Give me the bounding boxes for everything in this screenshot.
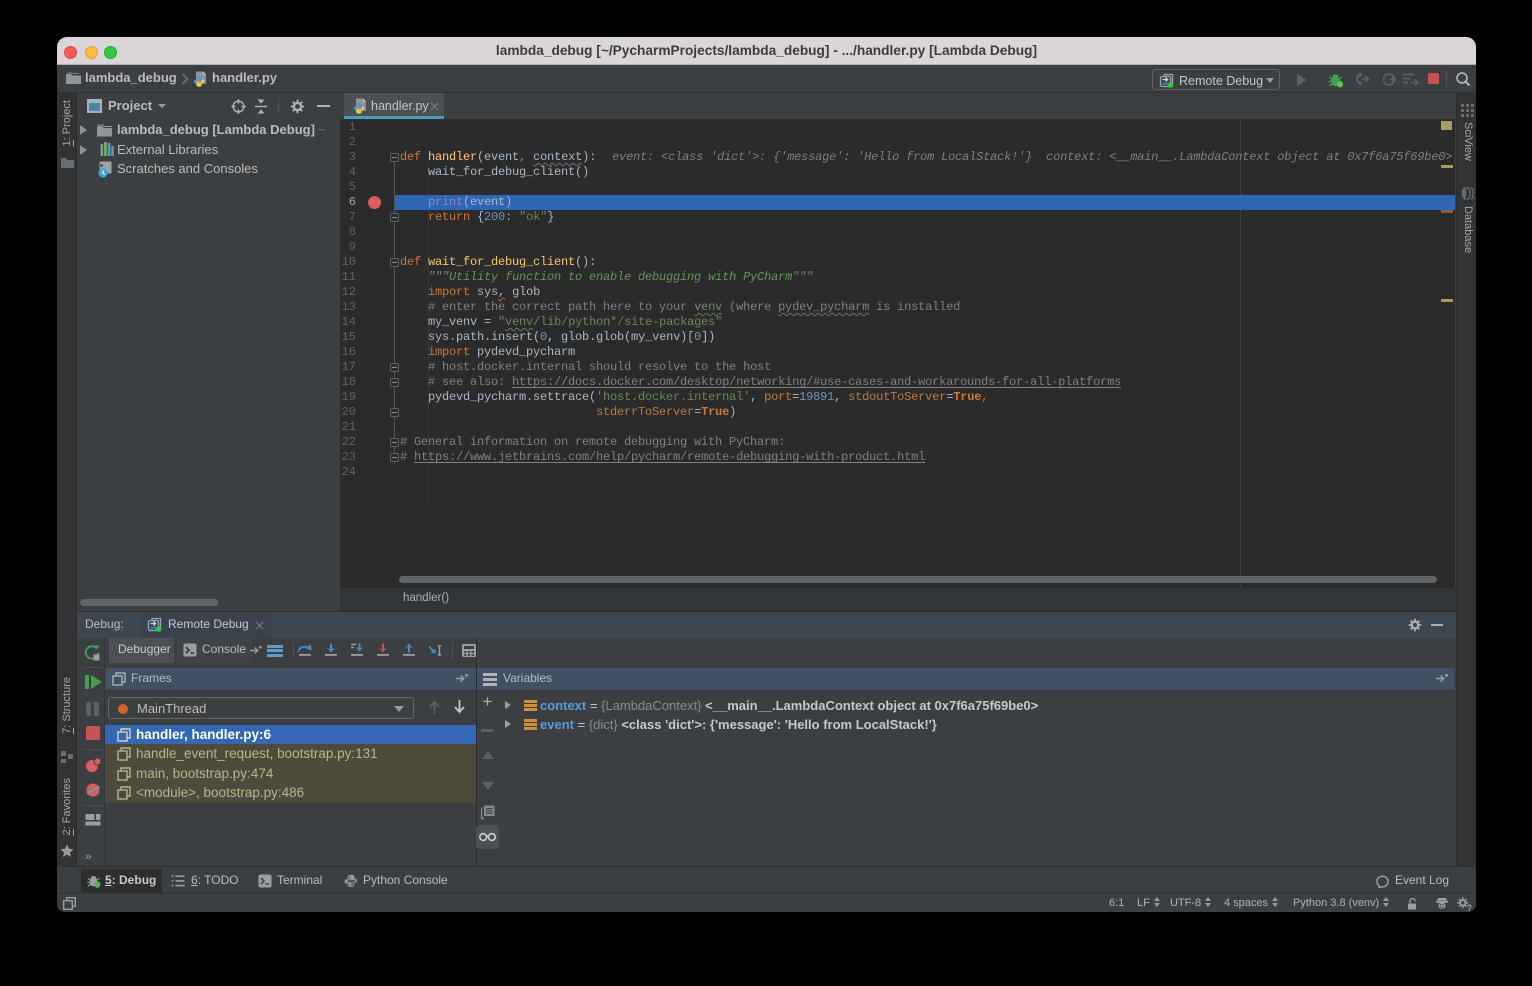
svg-text:?: ? <box>1467 903 1473 911</box>
